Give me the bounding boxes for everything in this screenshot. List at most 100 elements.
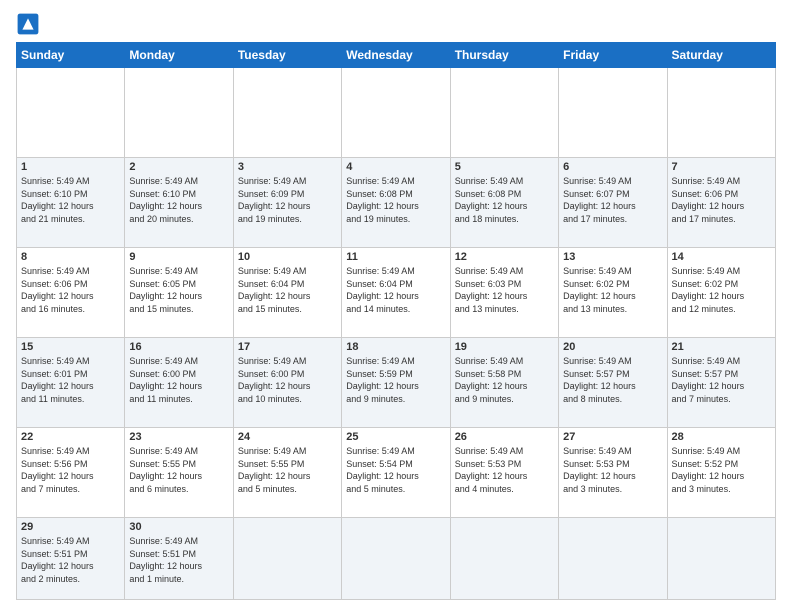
calendar-cell: 22 Sunrise: 5:49 AMSunset: 5:56 PMDayligh… [17,428,125,518]
cell-info: Sunrise: 5:49 AMSunset: 5:56 PMDaylight:… [21,445,120,495]
calendar-cell: 5Sunrise: 5:49 AMSunset: 6:08 PMDaylight… [450,158,558,248]
cell-info: Sunrise: 5:49 AMSunset: 6:10 PMDaylight:… [21,175,120,225]
day-number: 28 [672,431,771,443]
weekday-header: Sunday [17,43,125,68]
day-number: 29 [21,521,120,533]
calendar-cell [342,68,450,158]
cell-info: Sunrise: 5:49 AMSunset: 6:08 PMDaylight:… [346,175,445,225]
cell-info: Sunrise: 5:49 AMSunset: 6:10 PMDaylight:… [129,175,228,225]
day-number: 19 [455,341,554,353]
calendar-cell: 6 Sunrise: 5:49 AMSunset: 6:07 PMDaylight… [559,158,667,248]
day-number: 25 [346,431,445,443]
calendar-cell [559,68,667,158]
calendar-cell: 7Sunrise: 5:49 AMSunset: 6:06 PMDaylight… [667,158,775,248]
day-number: 13 [563,251,662,263]
cell-info: Sunrise: 5:49 AMSunset: 6:00 PMDaylight:… [129,355,228,405]
day-number: 20 [563,341,662,353]
cell-info: Sunrise: 5:49 AMSunset: 5:53 PMDaylight:… [455,445,554,495]
cell-info: Sunrise: 5:49 AMSunset: 6:02 PMDaylight:… [563,265,662,315]
day-number: 15 [21,341,120,353]
day-number: 18 [346,341,445,353]
calendar-cell: 21 Sunrise: 5:49 AMSunset: 5:57 PMDayligh… [667,338,775,428]
day-number: 23 [129,431,228,443]
calendar-cell [450,68,558,158]
calendar-cell: 4 Sunrise: 5:49 AMSunset: 6:08 PMDaylight… [342,158,450,248]
day-number: 27 [563,431,662,443]
cell-info: Sunrise: 5:49 AMSunset: 6:01 PMDaylight:… [21,355,120,405]
day-number: 10 [238,251,337,263]
day-number: 14 [672,251,771,263]
day-number: 11 [346,251,445,263]
calendar-cell [17,68,125,158]
day-number: 8 [21,251,120,263]
calendar-cell [233,518,341,600]
logo [16,12,44,36]
cell-info: Sunrise: 5:49 AMSunset: 5:52 PMDaylight:… [672,445,771,495]
calendar-cell: 17Sunrise: 5:49 AMSunset: 6:00 PMDayligh… [233,338,341,428]
cell-info: Sunrise: 5:49 AMSunset: 5:55 PMDaylight:… [238,445,337,495]
calendar-cell: 2 Sunrise: 5:49 AMSunset: 6:10 PMDaylight… [125,158,233,248]
day-number: 21 [672,341,771,353]
cell-info: Sunrise: 5:49 AMSunset: 5:55 PMDaylight:… [129,445,228,495]
logo-icon [16,12,40,36]
weekday-header: Monday [125,43,233,68]
cell-info: Sunrise: 5:49 AMSunset: 5:51 PMDaylight:… [129,535,228,585]
day-number: 9 [129,251,228,263]
calendar-cell [450,518,558,600]
weekday-header: Friday [559,43,667,68]
calendar-cell [342,518,450,600]
calendar-cell: 11Sunrise: 5:49 AMSunset: 6:04 PMDayligh… [342,248,450,338]
calendar-cell: 20 Sunrise: 5:49 AMSunset: 5:57 PMDayligh… [559,338,667,428]
header [16,12,776,36]
calendar-cell [125,68,233,158]
weekday-header: Saturday [667,43,775,68]
cell-info: Sunrise: 5:49 AMSunset: 5:51 PMDaylight:… [21,535,120,585]
cell-info: Sunrise: 5:49 AMSunset: 5:54 PMDaylight:… [346,445,445,495]
calendar-cell: 28 Sunrise: 5:49 AMSunset: 5:52 PMDayligh… [667,428,775,518]
day-number: 16 [129,341,228,353]
calendar-cell: 25 Sunrise: 5:49 AMSunset: 5:54 PMDayligh… [342,428,450,518]
cell-info: Sunrise: 5:49 AMSunset: 5:59 PMDaylight:… [346,355,445,405]
cell-info: Sunrise: 5:49 AMSunset: 6:05 PMDaylight:… [129,265,228,315]
cell-info: Sunrise: 5:49 AMSunset: 6:03 PMDaylight:… [455,265,554,315]
cell-info: Sunrise: 5:49 AMSunset: 6:07 PMDaylight:… [563,175,662,225]
calendar-cell: 13 Sunrise: 5:49 AMSunset: 6:02 PMDayligh… [559,248,667,338]
calendar-cell [233,68,341,158]
calendar-cell: 26Sunrise: 5:49 AMSunset: 5:53 PMDayligh… [450,428,558,518]
day-number: 22 [21,431,120,443]
day-number: 6 [563,161,662,173]
day-number: 2 [129,161,228,173]
day-number: 4 [346,161,445,173]
calendar-cell [667,68,775,158]
calendar-cell [667,518,775,600]
cell-info: Sunrise: 5:49 AMSunset: 6:04 PMDaylight:… [238,265,337,315]
calendar-cell: 18 Sunrise: 5:49 AMSunset: 5:59 PMDayligh… [342,338,450,428]
cell-info: Sunrise: 5:49 AMSunset: 5:57 PMDaylight:… [563,355,662,405]
cell-info: Sunrise: 5:49 AMSunset: 5:57 PMDaylight:… [672,355,771,405]
page: SundayMondayTuesdayWednesdayThursdayFrid… [0,0,792,612]
calendar-cell [559,518,667,600]
cell-info: Sunrise: 5:49 AMSunset: 5:53 PMDaylight:… [563,445,662,495]
cell-info: Sunrise: 5:49 AMSunset: 6:06 PMDaylight:… [672,175,771,225]
calendar-cell: 15 Sunrise: 5:49 AMSunset: 6:01 PMDayligh… [17,338,125,428]
weekday-header: Wednesday [342,43,450,68]
calendar-cell: 23 Sunrise: 5:49 AMSunset: 5:55 PMDayligh… [125,428,233,518]
day-number: 12 [455,251,554,263]
cell-info: Sunrise: 5:49 AMSunset: 6:09 PMDaylight:… [238,175,337,225]
cell-info: Sunrise: 5:49 AMSunset: 5:58 PMDaylight:… [455,355,554,405]
calendar-cell: 3Sunrise: 5:49 AMSunset: 6:09 PMDaylight… [233,158,341,248]
weekday-header: Thursday [450,43,558,68]
calendar-cell: 16 Sunrise: 5:49 AMSunset: 6:00 PMDayligh… [125,338,233,428]
day-number: 1 [21,161,120,173]
day-number: 24 [238,431,337,443]
cell-info: Sunrise: 5:49 AMSunset: 6:02 PMDaylight:… [672,265,771,315]
calendar-cell: 8Sunrise: 5:49 AMSunset: 6:06 PMDaylight… [17,248,125,338]
cell-info: Sunrise: 5:49 AMSunset: 6:00 PMDaylight:… [238,355,337,405]
calendar-cell: 27 Sunrise: 5:49 AMSunset: 5:53 PMDayligh… [559,428,667,518]
calendar-cell: 9 Sunrise: 5:49 AMSunset: 6:05 PMDaylight… [125,248,233,338]
calendar-cell: 14 Sunrise: 5:49 AMSunset: 6:02 PMDayligh… [667,248,775,338]
calendar-cell: 12 Sunrise: 5:49 AMSunset: 6:03 PMDayligh… [450,248,558,338]
calendar-table: SundayMondayTuesdayWednesdayThursdayFrid… [16,42,776,600]
calendar-cell: 10 Sunrise: 5:49 AMSunset: 6:04 PMDayligh… [233,248,341,338]
calendar-cell: 30Sunrise: 5:49 AMSunset: 5:51 PMDayligh… [125,518,233,600]
